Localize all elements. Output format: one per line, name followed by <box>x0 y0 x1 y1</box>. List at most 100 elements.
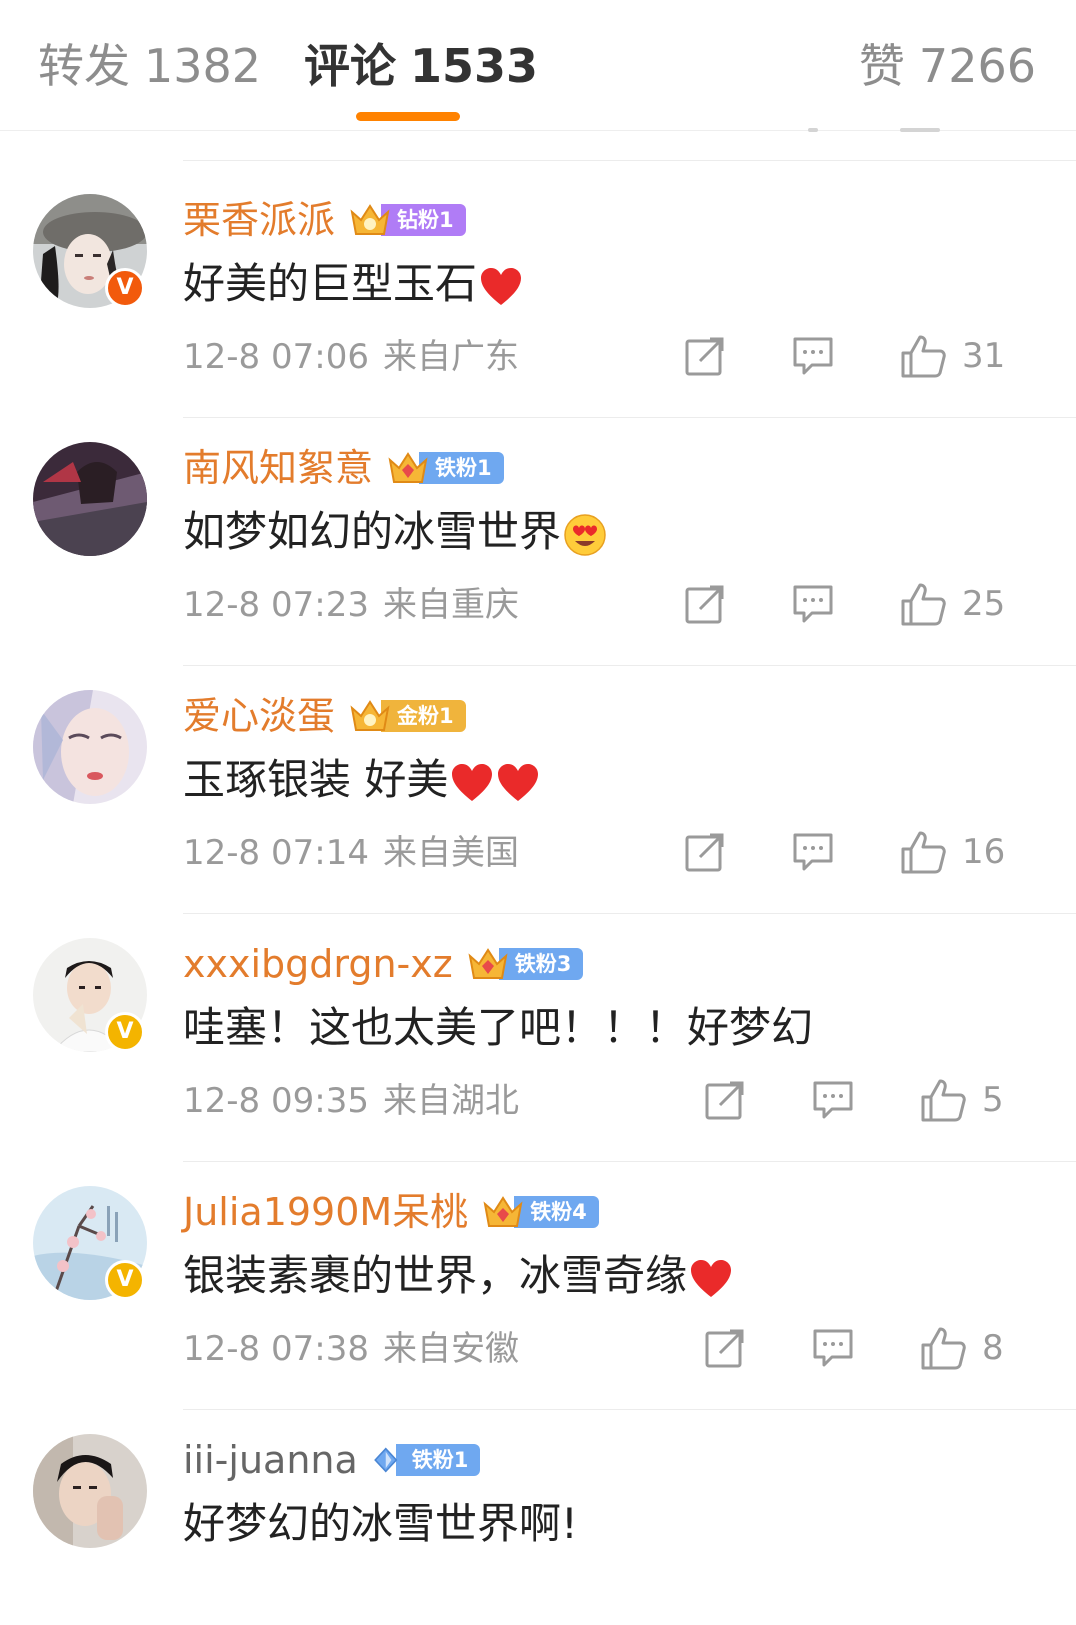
previous-comment-remnant <box>808 128 818 132</box>
fan-badge[interactable]: 钻粉1 <box>349 200 466 240</box>
share-icon <box>685 833 724 872</box>
red-heart-icon <box>481 267 522 305</box>
thumbs-up-icon <box>901 335 946 378</box>
username[interactable]: 南风知絮意 <box>183 443 373 493</box>
avatar[interactable]: V <box>33 194 147 308</box>
tab-bar: 转发 1382 评论 1533 赞 7266 <box>0 0 1076 131</box>
reply-button[interactable] <box>792 328 834 384</box>
comment-text: 银装素裹的世界，冰雪奇缘 <box>183 1246 733 1306</box>
like-button[interactable]: 5 <box>920 1072 1004 1128</box>
avatar[interactable] <box>33 690 147 804</box>
reply-button[interactable] <box>792 576 834 632</box>
fan-badge[interactable]: 金粉1 <box>349 696 466 736</box>
like-button[interactable]: 31 <box>900 328 1005 384</box>
tab-comments-label: 评论 <box>304 39 396 93</box>
comment-location: 来自安徽 <box>382 1329 519 1369</box>
fan-badge[interactable]: 铁粉3 <box>467 944 584 984</box>
verified-badge-icon: V <box>105 1012 145 1052</box>
comment-time: 12-8 07:14 <box>183 833 369 873</box>
comment-body: 好梦幻的冰雪世界啊! <box>183 1499 578 1548</box>
thumbs-up-icon <box>921 1327 966 1370</box>
like-button[interactable]: 8 <box>920 1320 1004 1376</box>
username[interactable]: xxxibgdrgn-xz <box>183 939 453 989</box>
avatar[interactable]: V <box>33 1186 147 1300</box>
username[interactable]: 栗香派派 <box>183 195 335 245</box>
username[interactable]: 爱心淡蛋 <box>183 691 335 741</box>
tab-reposts-count: 1382 <box>144 39 262 93</box>
comment-time: 12-8 09:35 <box>183 1081 369 1121</box>
comment-item: V xxxibgdrgn-xz 铁粉3 哇塞！这也太美了吧！！！好梦幻 12-8… <box>0 904 1076 1162</box>
fan-badge[interactable]: 铁粉1 <box>387 448 504 488</box>
like-count: 5 <box>982 1080 1004 1120</box>
thumbs-up-icon <box>901 583 946 626</box>
red-heart-icon <box>498 763 539 801</box>
avatar[interactable]: V <box>33 938 147 1052</box>
comment-body: 玉琢银装 好美 <box>183 755 449 804</box>
comment-body: 银装素裹的世界，冰雪奇缘 <box>183 1251 688 1300</box>
reply-button[interactable] <box>792 824 834 880</box>
fan-badge-label: 铁粉1 <box>395 1444 481 1476</box>
fan-badge-label: 金粉1 <box>381 700 466 732</box>
share-icon <box>685 585 724 624</box>
comment-location: 来自广东 <box>382 337 519 377</box>
fan-badge[interactable]: 铁粉4 <box>482 1192 599 1232</box>
fan-badge-label: 钻粉1 <box>381 204 466 236</box>
like-count: 25 <box>962 584 1006 624</box>
red-heart-icon <box>452 763 493 801</box>
avatar[interactable] <box>33 1434 147 1548</box>
comment-text: 如梦如幻的冰雪世界 <box>183 502 607 562</box>
tab-comments[interactable]: 评论 1533 <box>304 34 538 98</box>
comment-time: 12-8 07:23 <box>183 585 369 625</box>
like-count: 31 <box>962 336 1006 376</box>
comment-meta: 12-8 07:14 来自美国 <box>183 828 519 878</box>
fan-badge[interactable]: 铁粉1 <box>372 1440 481 1480</box>
share-button[interactable] <box>684 328 726 384</box>
fan-badge-label: 铁粉4 <box>514 1196 599 1228</box>
diamond-icon <box>373 1447 398 1473</box>
comment-location: 来自湖北 <box>382 1081 519 1121</box>
comment-meta: 12-8 07:06 来自广东 <box>183 332 519 382</box>
crown-icon <box>468 948 508 979</box>
crown-icon <box>350 700 390 731</box>
comment-icon <box>793 337 833 375</box>
verified-badge-icon: V <box>105 268 145 308</box>
share-button[interactable] <box>684 824 726 880</box>
like-button[interactable]: 25 <box>900 576 1005 632</box>
username[interactable]: Julia1990M呆桃 <box>183 1187 468 1237</box>
comment-body: 好美的巨型玉石 <box>183 259 478 308</box>
red-heart-icon <box>691 1259 732 1297</box>
comment-text: 好梦幻的冰雪世界啊! <box>183 1494 578 1554</box>
tab-likes[interactable]: 赞 7266 <box>859 34 1036 98</box>
comment-body: 如梦如幻的冰雪世界 <box>183 507 562 556</box>
comment-text: 好美的巨型玉石 <box>183 254 523 314</box>
tab-likes-label: 赞 <box>858 39 905 93</box>
comment-item: iii-juanna 铁粉1 好梦幻的冰雪世界啊! <box>0 1400 1076 1625</box>
comment-icon <box>813 1329 853 1367</box>
comment-meta: 12-8 07:23 来自重庆 <box>183 580 519 630</box>
like-count: 16 <box>962 832 1006 872</box>
comment-meta: 12-8 07:38 来自安徽 <box>183 1324 519 1374</box>
share-button[interactable] <box>704 1320 746 1376</box>
like-button[interactable]: 16 <box>900 824 1005 880</box>
thumbs-up-icon <box>901 831 946 874</box>
tab-reposts[interactable]: 转发 1382 <box>38 34 261 98</box>
avatar[interactable] <box>33 442 147 556</box>
fan-badge-label: 铁粉1 <box>419 452 504 484</box>
share-button[interactable] <box>704 1072 746 1128</box>
fan-badge-label: 铁粉3 <box>498 948 584 980</box>
comment-body: 哇塞！这也太美了吧！！！好梦幻 <box>183 1003 814 1052</box>
reply-button[interactable] <box>812 1072 854 1128</box>
share-icon <box>705 1329 744 1368</box>
thumbs-up-icon <box>921 1079 966 1122</box>
crown-icon <box>483 1196 523 1227</box>
comment-location: 来自美国 <box>382 833 519 873</box>
username[interactable]: iii-juanna <box>183 1435 358 1485</box>
previous-comment-remnant <box>900 128 940 132</box>
like-count: 8 <box>982 1328 1004 1368</box>
crown-icon <box>350 204 390 235</box>
comment-meta: 12-8 09:35 来自湖北 <box>183 1076 519 1126</box>
reply-button[interactable] <box>812 1320 854 1376</box>
share-button[interactable] <box>684 576 726 632</box>
comment-item: V 栗香派派 钻粉1 好美的巨型玉石 12-8 07:06 来自广东 31 <box>0 160 1076 418</box>
comment-item: V Julia1990M呆桃 铁粉4 银装素裹的世界，冰雪奇缘 12-8 07:… <box>0 1152 1076 1410</box>
